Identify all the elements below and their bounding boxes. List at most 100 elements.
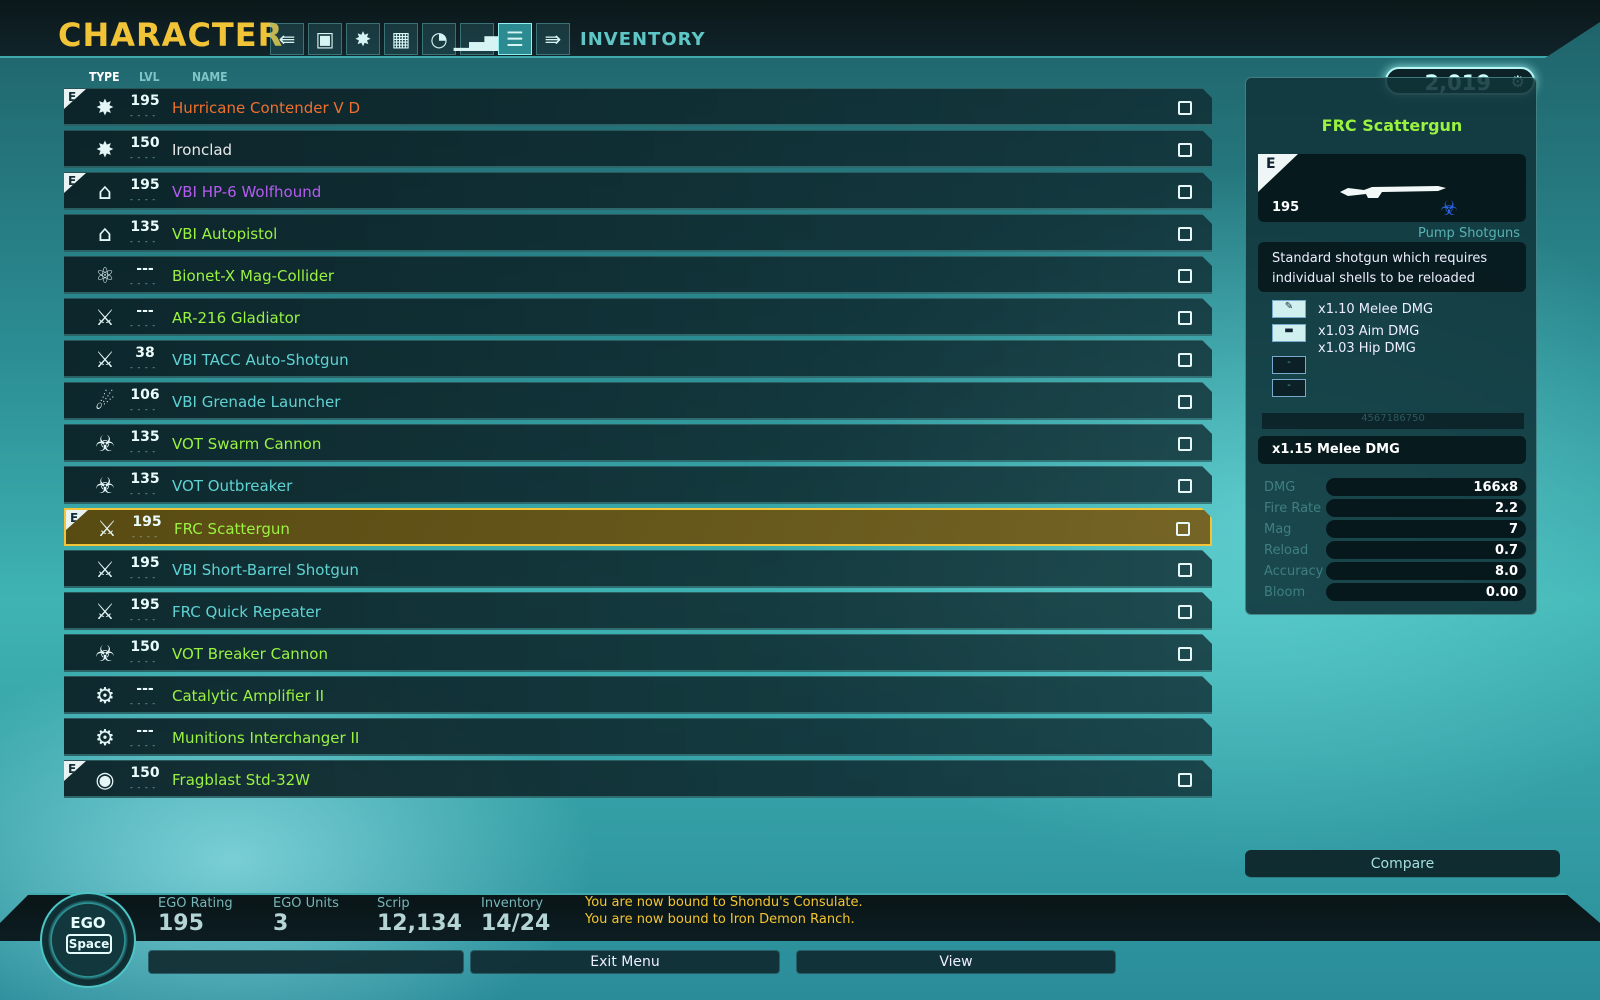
stat-value: 166x8 [1473,480,1518,495]
stat-label: Reload [1264,543,1309,558]
scrip: Scrip 12,134 [377,896,462,936]
mod-icon: ⚙ [95,725,115,751]
back-icon[interactable]: ⇚ [270,23,304,55]
shotgun-icon: ⚔ [95,347,115,373]
list-item[interactable]: ✸ 150 - - - - Ironclad [64,130,1212,168]
header-name[interactable]: NAME [192,70,228,84]
detail-level: 195 [1272,200,1300,215]
inventory-count: Inventory 14/24 [481,896,550,936]
junk-checkbox[interactable] [1178,605,1192,619]
upgrade-dots: - - - - [130,657,157,666]
pistol-icon: ⌂ [98,221,112,247]
ego-units-value: 3 [273,911,289,936]
junk-checkbox[interactable] [1178,479,1192,493]
list-item[interactable]: E ⚔ 195 - - - - FRC Scattergun [64,508,1212,546]
item-name: VBI Grenade Launcher [172,393,341,411]
junk-checkbox[interactable] [1178,311,1192,325]
mod-slot-aim-icon[interactable]: ▬ [1272,324,1306,342]
list-item[interactable]: ⚙ --- - - - - Munitions Interchanger II [64,718,1212,756]
list-item[interactable]: ⚙ --- - - - - Catalytic Amplifier II [64,676,1212,714]
cannon-icon: ☣ [95,431,115,457]
list-item[interactable]: ⚔ --- - - - - AR-216 Gladiator [64,298,1212,336]
list-item[interactable]: ⚛ --- - - - - Bionet-X Mag-Collider [64,256,1212,294]
equipped-badge: E [64,761,86,781]
stat-value: 7 [1508,522,1518,537]
junk-checkbox[interactable] [1178,773,1192,787]
stat-bar: 8.0 [1326,562,1526,580]
upgrade-dots: - - - - [130,615,157,624]
junk-checkbox[interactable] [1178,269,1192,283]
stat-value: 0.7 [1494,543,1518,558]
stat-row: Mag 7 [1264,520,1526,538]
empty-mod-slot[interactable]: - [1272,379,1306,397]
item-level: 195 [130,177,160,193]
list-item[interactable]: ☣ 135 - - - - VOT Outbreaker [64,466,1212,504]
junk-checkbox[interactable] [1178,227,1192,241]
equipped-badge: E [64,173,86,193]
message-log: You are now bound to Shondu's Consulate.… [585,894,863,928]
item-name: AR-216 Gladiator [172,309,300,327]
briefcase-icon[interactable]: ▣ [308,23,342,55]
header-type[interactable]: TYPE [89,70,119,84]
junk-checkbox[interactable] [1178,101,1192,115]
grenade-icon: ◉ [95,767,115,793]
junk-checkbox[interactable] [1178,647,1192,661]
upgrade-dots: - - - - [130,699,157,708]
stat-row: Fire Rate 2.2 [1264,499,1526,517]
header-lvl[interactable]: LVL [139,70,159,84]
gauge-icon[interactable]: ◔ [422,23,456,55]
list-item[interactable]: ⚔ 195 - - - - VBI Short-Barrel Shotgun [64,550,1212,588]
inventory-label: Inventory [481,896,544,911]
upgrade-dots: - - - - [130,741,157,750]
junk-checkbox[interactable] [1178,563,1192,577]
list-item[interactable]: ☣ 150 - - - - VOT Breaker Cannon [64,634,1212,672]
junk-checkbox[interactable] [1178,185,1192,199]
item-name: VBI HP-6 Wolfhound [172,183,322,201]
list-item[interactable]: E ⌂ 195 - - - - VBI HP-6 Wolfhound [64,172,1212,210]
stat-bar: 7 [1326,520,1526,538]
list-item[interactable]: ⚔ 38 - - - - VBI TACC Auto-Shotgun [64,340,1212,378]
mod-slot-melee-icon[interactable]: ✎ [1272,300,1306,318]
item-level: 135 [130,219,160,235]
list-item[interactable]: E ◉ 150 - - - - Fragblast Std-32W [64,760,1212,798]
stat-value: 0.00 [1485,585,1518,600]
list-item[interactable]: ☣ 135 - - - - VOT Swarm Cannon [64,424,1212,462]
list-item[interactable]: ⌂ 135 - - - - VBI Autopistol [64,214,1212,252]
list-item[interactable]: ☄ 106 - - - - VBI Grenade Launcher [64,382,1212,420]
item-level: 195 [130,597,160,613]
junk-checkbox[interactable] [1178,353,1192,367]
junk-checkbox[interactable] [1178,395,1192,409]
ego-rating: EGO Rating 195 [158,896,233,936]
upgrade-dots: - - - - [130,153,157,162]
compare-button[interactable]: Compare [1245,850,1560,878]
exit-menu-button[interactable]: Exit Menu [470,950,780,974]
item-level: --- [136,723,154,739]
empty-mod-slot[interactable]: - [1272,356,1306,374]
shield-icon: ✸ [95,137,115,163]
view-button[interactable]: View [796,950,1116,974]
stat-bar: 166x8 [1326,478,1526,496]
shield-icon: ✸ [95,95,115,121]
equipped-badge: E [66,510,88,530]
bar-chart-icon[interactable]: ▁▃▅ [454,23,500,55]
grid-icon[interactable]: ▦ [384,23,418,55]
scrip-label: Scrip [377,896,410,911]
page-title: CHARACTER [58,16,284,54]
item-level: 150 [130,765,160,781]
stat-bar: 2.2 [1326,499,1526,517]
junk-checkbox[interactable] [1178,143,1192,157]
inventory-icon[interactable]: ☰ [498,23,532,55]
list-item[interactable]: E ✸ 195 - - - - Hurricane Contender V D [64,88,1212,126]
forward-icon[interactable]: ⇛ [536,23,570,55]
upgrade-dots: - - - - [130,783,157,792]
junk-checkbox[interactable] [1176,522,1190,536]
rifle-icon: ⚔ [95,305,115,331]
item-name: VBI Autopistol [172,225,278,243]
item-name: Fragblast Std-32W [172,771,311,789]
list-item[interactable]: ⚔ 195 - - - - FRC Quick Repeater [64,592,1212,630]
stat-label: Fire Rate [1264,501,1322,516]
stat-row: Accuracy 8.0 [1264,562,1526,580]
starburst-icon[interactable]: ✸ [346,23,380,55]
junk-checkbox[interactable] [1178,437,1192,451]
upgrade-dots: - - - - [130,363,157,372]
